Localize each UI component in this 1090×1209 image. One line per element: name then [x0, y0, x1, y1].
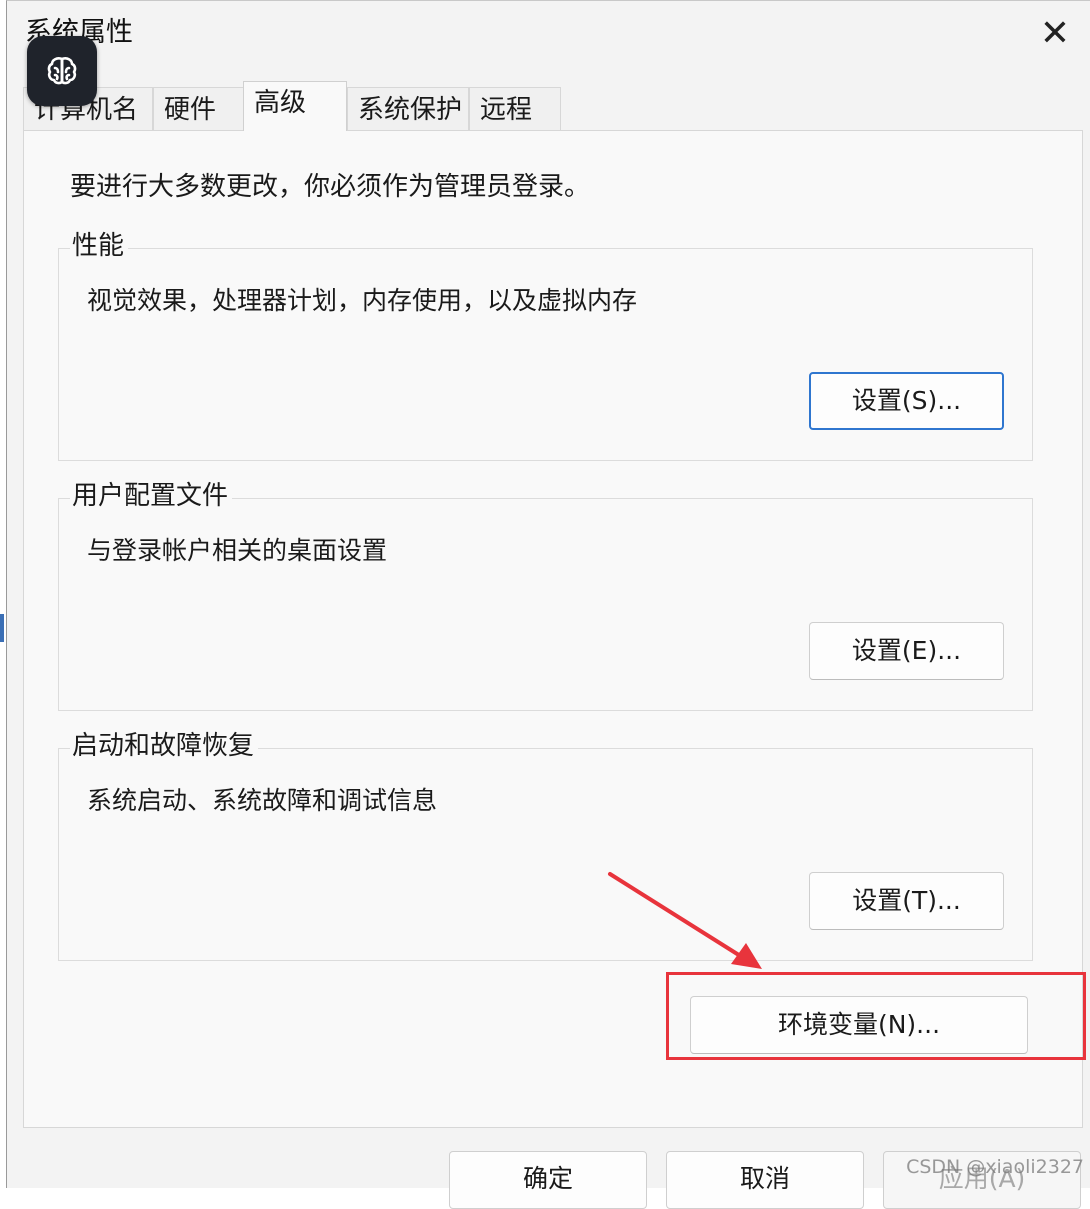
- environment-variables-highlight: [666, 972, 1086, 1060]
- app-badge[interactable]: [27, 36, 97, 106]
- watermark: CSDN @xiaoli2327: [906, 1156, 1084, 1178]
- brain-icon: [47, 57, 77, 85]
